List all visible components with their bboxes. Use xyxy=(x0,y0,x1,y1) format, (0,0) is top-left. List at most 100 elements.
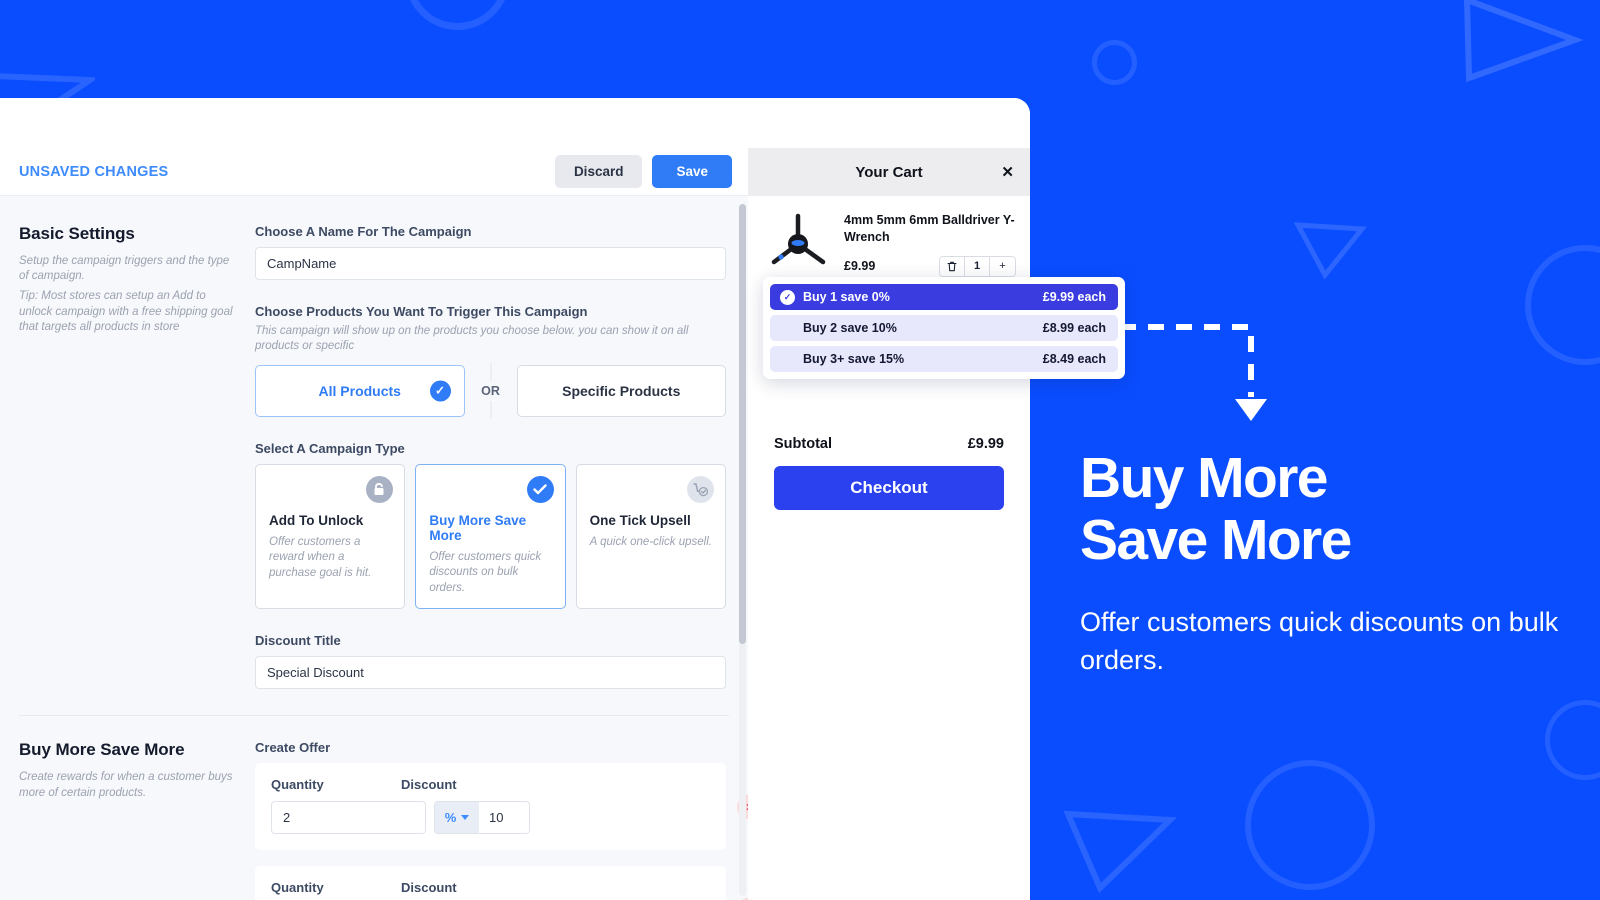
subtotal-value: £9.99 xyxy=(967,436,1004,452)
campaign-type-add-to-unlock[interactable]: Add To Unlock Offer customers a reward w… xyxy=(255,463,406,610)
offer-row: Quantity Discount 3 % xyxy=(255,866,748,900)
bmsm-title: Buy More Save More xyxy=(19,740,185,760)
form-scrollbar-thumb[interactable] xyxy=(739,204,746,644)
chevron-down-icon xyxy=(461,815,470,821)
campaign-form-panel: UNSAVED CHANGES Discard Save Basic Setti… xyxy=(0,148,748,900)
basic-settings-desc-line2: Tip: Most stores can setup an Add to unl… xyxy=(19,290,233,333)
subtotal-row: Subtotal £9.99 xyxy=(774,436,1004,452)
bmsm-desc: Create rewards for when a customer buys … xyxy=(19,770,241,800)
unsaved-changes-bar: UNSAVED CHANGES Discard Save xyxy=(0,148,748,196)
quantity-header: Quantity xyxy=(271,880,324,896)
bmsm-section: Buy More Save More Create rewards for wh… xyxy=(0,740,748,900)
window-body: UNSAVED CHANGES Discard Save Basic Setti… xyxy=(0,148,1030,900)
basic-settings-section: Basic Settings Setup the campaign trigge… xyxy=(0,224,748,690)
quantity-value[interactable]: 1 xyxy=(965,256,990,276)
promo-heading-line2: Save More xyxy=(1080,507,1352,572)
offer-headers: Quantity Discount xyxy=(271,777,710,792)
subtotal-label: Subtotal xyxy=(774,436,832,452)
all-products-option[interactable]: All Products ✓ xyxy=(255,364,465,417)
increment-button[interactable]: + xyxy=(990,256,1015,276)
cart-title: Your Cart xyxy=(855,163,923,181)
quantity-stepper: 1 + xyxy=(939,255,1016,277)
discount-input-group: % 10 xyxy=(434,801,530,835)
product-name: 4mm 5mm 6mm Balldriver Y-Wrench xyxy=(844,213,1015,244)
or-label: OR xyxy=(476,380,505,401)
create-offer-label: Create Offer xyxy=(255,740,331,756)
basic-settings-desc: Setup the campaign triggers and the type… xyxy=(19,254,241,335)
check-icon: ✓ xyxy=(780,289,795,305)
checkout-button[interactable]: Checkout xyxy=(774,466,1004,510)
tier-label: Buy 3+ save 15% xyxy=(803,352,905,366)
campaign-name-input[interactable]: CampName xyxy=(255,247,726,280)
product-scope-choices: All Products ✓ OR Specific Products xyxy=(255,364,726,417)
decor-circle xyxy=(405,0,510,30)
basic-settings-desc-line1: Setup the campaign triggers and the type… xyxy=(19,255,230,283)
quantity-header: Quantity xyxy=(271,777,324,793)
campaign-type-label: Select A Campaign Type xyxy=(255,440,405,456)
specific-products-label: Specific Products xyxy=(562,382,681,399)
specific-products-option[interactable]: Specific Products xyxy=(516,364,726,417)
save-button[interactable]: Save xyxy=(652,155,732,188)
discount-header: Discount xyxy=(401,777,457,793)
all-products-label: All Products xyxy=(318,382,401,399)
unsaved-changes-label: UNSAVED CHANGES xyxy=(19,163,169,180)
offer-inputs: 2 % 10 xyxy=(271,801,710,835)
tier-label: Buy 1 save 0% xyxy=(803,290,890,304)
campaign-type-desc: A quick one-click upsell. xyxy=(589,535,712,548)
discount-unit-select[interactable]: % xyxy=(435,802,479,834)
lock-icon xyxy=(366,475,394,503)
offer-row-wrapper: Quantity Discount 3 % xyxy=(255,866,748,900)
window-top-strip xyxy=(0,98,1030,148)
form-scroll-area[interactable]: Basic Settings Setup the campaign trigge… xyxy=(0,196,748,900)
discard-button[interactable]: Discard xyxy=(554,155,643,188)
campaign-type-name: One Tick Upsell xyxy=(589,512,691,528)
campaign-name-label: Choose A Name For The Campaign xyxy=(255,224,472,239)
offer-row-wrapper: Quantity Discount 2 % 10 xyxy=(255,763,748,851)
discount-title-label: Discount Title xyxy=(255,633,341,649)
or-separator: OR xyxy=(465,365,517,417)
campaign-type-buy-more-save-more[interactable]: Buy More Save More Offer customers quick… xyxy=(415,463,566,610)
tier-price: £8.99 each xyxy=(1042,321,1106,335)
campaign-type-one-tick-upsell[interactable]: One Tick Upsell A quick one-click upsell… xyxy=(575,463,726,610)
tier-price: £9.99 each xyxy=(1042,290,1106,304)
check-icon: ✓ xyxy=(429,380,451,402)
product-price-row: £9.99 1 + xyxy=(844,255,1016,277)
campaign-type-name: Buy More Save More xyxy=(429,512,527,543)
discount-header: Discount xyxy=(401,880,457,896)
campaign-type-desc: Offer customers quick discounts on bulk … xyxy=(429,550,542,594)
form-scrollbar[interactable] xyxy=(739,204,746,896)
app-window: UNSAVED CHANGES Discard Save Basic Setti… xyxy=(0,98,1030,900)
campaign-type-desc: Offer customers a reward when a purchase… xyxy=(269,535,372,579)
choose-products-sub: This campaign will show up on the produc… xyxy=(255,325,689,352)
bmsm-info: Buy More Save More Create rewards for wh… xyxy=(19,740,255,900)
discount-tiers-popup: ✓ Buy 1 save 0% £9.99 each Buy 2 save 10… xyxy=(763,277,1125,379)
basic-settings-info: Basic Settings Setup the campaign trigge… xyxy=(19,224,255,689)
cart-panel: Your Cart ✕ 4mm 5mm 6mm Balldriver Y-Wre… xyxy=(748,148,1030,900)
product-image xyxy=(762,212,834,277)
tier-row[interactable]: ✓ Buy 1 save 0% £9.99 each xyxy=(770,284,1118,310)
discount-title-input[interactable]: Special Discount xyxy=(255,656,726,690)
product-info: 4mm 5mm 6mm Balldriver Y-Wrench £9.99 1 … xyxy=(844,212,1016,277)
offer-headers: Quantity Discount xyxy=(271,880,710,895)
product-price: £9.99 xyxy=(844,259,876,274)
check-icon xyxy=(526,475,554,503)
offer-row: Quantity Discount 2 % 10 xyxy=(255,763,748,851)
discount-unit-value: % xyxy=(444,810,457,826)
bmsm-desc-text: Create rewards for when a customer buys … xyxy=(19,771,233,799)
close-icon[interactable]: ✕ xyxy=(1001,163,1014,181)
promo-subheading: Offer customers quick discounts on bulk … xyxy=(1080,607,1559,676)
basic-settings-title: Basic Settings xyxy=(19,224,135,243)
tier-row[interactable]: Buy 2 save 10% £8.99 each xyxy=(770,315,1118,341)
campaign-type-cards: Add To Unlock Offer customers a reward w… xyxy=(255,463,726,610)
tier-price: £8.49 each xyxy=(1042,352,1106,366)
trash-icon[interactable] xyxy=(940,256,965,276)
bmsm-offers: Create Offer Quantity Discount 2 % 10 Qu… xyxy=(255,740,748,900)
promo-heading: Buy More Save More xyxy=(1080,446,1600,572)
discount-value-input[interactable]: 10 xyxy=(479,802,529,833)
promo-heading-line1: Buy More xyxy=(1080,446,1329,510)
cart-check-icon xyxy=(686,475,714,503)
quantity-input[interactable]: 2 xyxy=(271,801,426,835)
choose-products-label: Choose Products You Want To Trigger This… xyxy=(255,304,588,319)
tier-row[interactable]: Buy 3+ save 15% £8.49 each xyxy=(770,346,1118,372)
cart-header: Your Cart ✕ xyxy=(748,148,1030,196)
